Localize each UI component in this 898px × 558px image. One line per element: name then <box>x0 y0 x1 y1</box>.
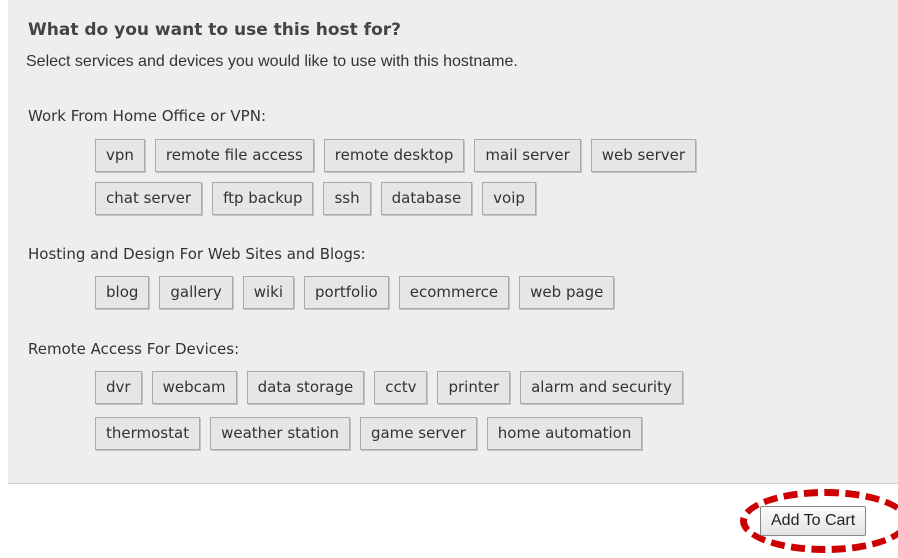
tag-home-automation[interactable]: home automation <box>486 417 643 450</box>
tag-blog[interactable]: blog <box>95 276 150 309</box>
section-label-work-from-home: Work From Home Office or VPN: <box>28 107 266 125</box>
tag-alarm-and-security[interactable]: alarm and security <box>520 371 683 404</box>
add-to-cart-area: Add To Cart <box>738 485 898 558</box>
tag-remote-file-access[interactable]: remote file access <box>154 139 314 172</box>
tag-web-page[interactable]: web page <box>519 276 615 309</box>
tag-gallery[interactable]: gallery <box>159 276 233 309</box>
tag-ecommerce[interactable]: ecommerce <box>398 276 510 309</box>
tag-cctv[interactable]: cctv <box>374 371 428 404</box>
tag-remote-desktop[interactable]: remote desktop <box>323 139 465 172</box>
tag-portfolio[interactable]: portfolio <box>304 276 389 309</box>
section-label-remote-access: Remote Access For Devices: <box>28 340 240 358</box>
tag-printer[interactable]: printer <box>437 371 511 404</box>
tag-row-hosting: blog gallery wiki portfolio ecommerce we… <box>95 276 615 309</box>
tag-web-server[interactable]: web server <box>590 139 697 172</box>
tag-wiki[interactable]: wiki <box>242 276 295 309</box>
tag-weather-station[interactable]: weather station <box>210 417 350 450</box>
tag-game-server[interactable]: game server <box>359 417 477 450</box>
tag-mail-server[interactable]: mail server <box>474 139 581 172</box>
tag-webcam[interactable]: webcam <box>151 371 237 404</box>
host-usage-panel: What do you want to use this host for? S… <box>8 0 898 484</box>
tag-voip[interactable]: voip <box>482 182 536 215</box>
tag-vpn[interactable]: vpn <box>95 139 145 172</box>
tag-data-storage[interactable]: data storage <box>246 371 365 404</box>
tag-row-devices-1: dvr webcam data storage cctv printer ala… <box>95 371 683 404</box>
tag-thermostat[interactable]: thermostat <box>95 417 201 450</box>
tag-row-devices-2: thermostat weather station game server h… <box>95 417 643 450</box>
tag-row-work-2: chat server ftp backup ssh database voip <box>95 182 536 215</box>
tag-ftp-backup[interactable]: ftp backup <box>212 182 314 215</box>
section-label-hosting-design: Hosting and Design For Web Sites and Blo… <box>28 245 366 263</box>
tag-chat-server[interactable]: chat server <box>95 182 203 215</box>
tag-database[interactable]: database <box>380 182 473 215</box>
page-subtitle: Select services and devices you would li… <box>26 53 518 70</box>
add-to-cart-button[interactable]: Add To Cart <box>760 506 867 536</box>
tag-dvr[interactable]: dvr <box>95 371 142 404</box>
tag-row-work-1: vpn remote file access remote desktop ma… <box>95 139 697 172</box>
page-title: What do you want to use this host for? <box>28 20 401 40</box>
tag-ssh[interactable]: ssh <box>323 182 371 215</box>
